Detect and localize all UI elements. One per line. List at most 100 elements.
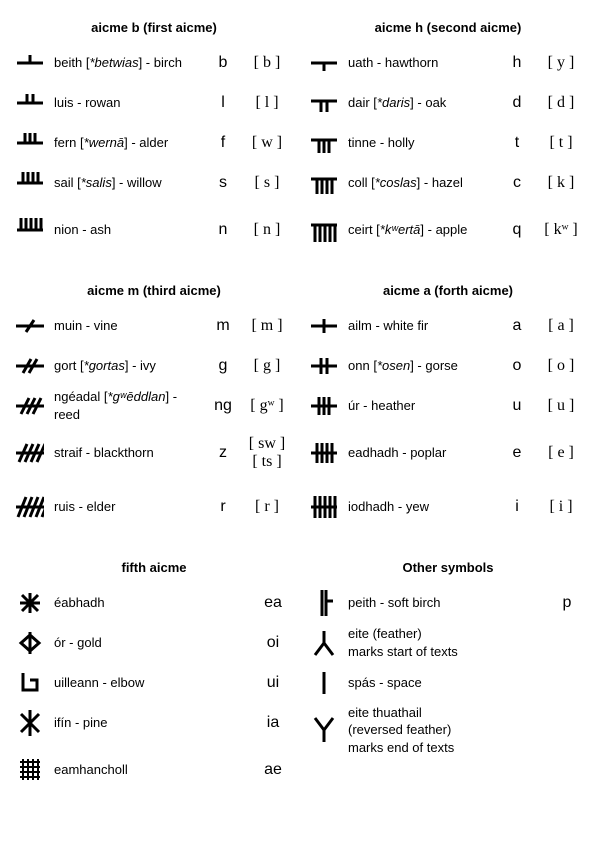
translit: c	[504, 174, 530, 192]
row-ceirt: ceirt [*kʷertā] - apple q [ kʷ ]	[310, 203, 586, 257]
glyph-ceirt	[310, 216, 338, 244]
translit: l	[210, 94, 236, 112]
row-eite-thuathail: eite thuathail (reversed feather) marks …	[310, 703, 586, 757]
row-eadhadh: eadhadh - poplar e [ e ]	[310, 426, 586, 480]
row-eamhancholl: eamhancholl ae	[16, 743, 292, 797]
desc: uath - hawthorn	[344, 54, 498, 72]
glyph-beith	[16, 53, 44, 73]
translit: f	[210, 134, 236, 152]
glyph-sail	[16, 170, 44, 196]
ipa: [ r ]	[242, 498, 292, 516]
desc: onn [*osen] - gorse	[344, 357, 498, 375]
translit: u	[504, 397, 530, 415]
ipa: [ m ]	[242, 317, 292, 335]
translit: d	[504, 94, 530, 112]
ipa: [ i ]	[536, 498, 586, 516]
desc: ailm - white fir	[344, 317, 498, 335]
translit: ui	[254, 674, 292, 692]
desc: uilleann - elbow	[50, 674, 248, 692]
ipa: [ u ]	[536, 397, 586, 415]
translit: a	[504, 317, 530, 335]
glyph-peith	[310, 588, 338, 618]
row-onn: onn [*osen] - gorse o [ o ]	[310, 346, 586, 386]
row-gort: gort [*gortas] - ivy g [ g ]	[16, 346, 292, 386]
section-aicme-m: aicme m (third aicme) muin - vine m [ m …	[16, 279, 292, 534]
ipa: [ d ]	[536, 94, 586, 112]
row-nion: nion - ash n [ n ]	[16, 203, 292, 257]
desc: ngéadal [*gʷēddlan] - reed	[50, 388, 204, 423]
glyph-fern	[16, 131, 44, 155]
glyph-iodhadh	[310, 493, 338, 521]
desc: ór - gold	[50, 634, 248, 652]
glyph-luis	[16, 92, 44, 114]
translit: n	[210, 221, 236, 239]
desc: gort [*gortas] - ivy	[50, 357, 204, 375]
translit: h	[504, 54, 530, 72]
row-or: ór - gold oi	[16, 623, 292, 663]
glyph-tinne	[310, 131, 338, 155]
glyph-gort	[16, 355, 44, 377]
section-title: aicme m (third aicme)	[16, 283, 292, 298]
section-title: aicme b (first aicme)	[16, 20, 292, 35]
section-title: aicme a (forth aicme)	[310, 283, 586, 298]
glyph-eamhancholl	[16, 757, 44, 783]
section-title: fifth aicme	[16, 560, 292, 575]
translit: p	[548, 594, 586, 612]
glyph-or	[16, 630, 44, 656]
desc: muin - vine	[50, 317, 204, 335]
section-aicme-b: aicme b (first aicme) beith [*betwias] -…	[16, 16, 292, 257]
desc: peith - soft birch	[344, 594, 542, 612]
row-dair: dair [*daris] - oak d [ d ]	[310, 83, 586, 123]
desc: sail [*salis] - willow	[50, 174, 204, 192]
desc: ruis - elder	[50, 498, 204, 516]
row-peith: peith - soft birch p	[310, 583, 586, 623]
ipa: [ b ]	[242, 54, 292, 72]
ipa: [ a ]	[536, 317, 586, 335]
ipa: [ sw ][ ts ]	[242, 435, 292, 471]
ipa: [ n ]	[242, 221, 292, 239]
glyph-straif	[16, 440, 44, 466]
glyph-ngeadal	[16, 394, 44, 418]
section-other-symbols: Other symbols peith - soft birch p eite …	[310, 556, 586, 797]
desc: iodhadh - yew	[344, 498, 498, 516]
glyph-muin	[16, 316, 44, 336]
ipa: [ s ]	[242, 174, 292, 192]
row-ailm: ailm - white fir a [ a ]	[310, 306, 586, 346]
translit: ng	[210, 397, 236, 415]
desc: eamhancholl	[50, 761, 248, 779]
row-iodhadh: iodhadh - yew i [ i ]	[310, 480, 586, 534]
translit: m	[210, 317, 236, 335]
glyph-dair	[310, 92, 338, 114]
desc: dair [*daris] - oak	[344, 94, 498, 112]
translit: z	[210, 444, 236, 462]
desc: eite (feather) marks start of texts	[344, 625, 542, 660]
desc: ifín - pine	[50, 714, 248, 732]
desc: éabhadh	[50, 594, 248, 612]
ipa: [ gʷ ]	[242, 397, 292, 415]
row-eite: eite (feather) marks start of texts	[310, 623, 586, 663]
section-aicme-h: aicme h (second aicme) uath - hawthorn h…	[310, 16, 586, 257]
row-ur: úr - heather u [ u ]	[310, 386, 586, 426]
row-coll: coll [*coslas] - hazel c [ k ]	[310, 163, 586, 203]
row-fern: fern [*wernā] - alder f [ w ]	[16, 123, 292, 163]
glyph-coll	[310, 170, 338, 196]
row-sail: sail [*salis] - willow s [ s ]	[16, 163, 292, 203]
translit: oi	[254, 634, 292, 652]
translit: ia	[254, 714, 292, 732]
glyph-onn	[310, 355, 338, 377]
translit: q	[504, 221, 530, 239]
row-muin: muin - vine m [ m ]	[16, 306, 292, 346]
ipa: [ l ]	[242, 94, 292, 112]
ipa: [ g ]	[242, 357, 292, 375]
desc: beith [*betwias] - birch	[50, 54, 204, 72]
glyph-uilleann	[16, 670, 44, 696]
ipa: [ o ]	[536, 357, 586, 375]
ipa: [ k ]	[536, 174, 586, 192]
desc: fern [*wernā] - alder	[50, 134, 204, 152]
translit: i	[504, 498, 530, 516]
ipa: [ e ]	[536, 444, 586, 462]
desc: eite thuathail (reversed feather) marks …	[344, 704, 542, 757]
glyph-spas	[310, 669, 338, 697]
glyph-eadhadh	[310, 440, 338, 466]
section-title: Other symbols	[310, 560, 586, 575]
